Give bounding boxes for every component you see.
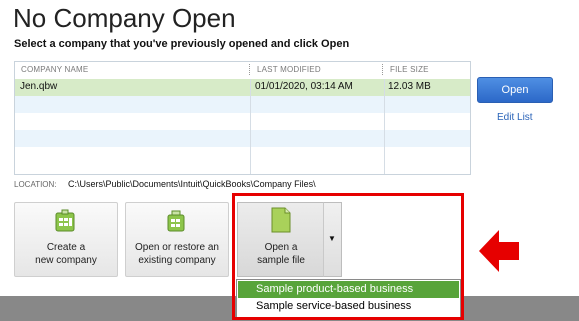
company-list-table: COMPANY NAME LAST MODIFIED FILE SIZE Jen…: [14, 61, 471, 175]
column-divider[interactable]: [249, 64, 251, 75]
arrow-left-icon: [479, 230, 519, 272]
create-new-company-label: Create a new company: [35, 242, 97, 266]
highlight-annotation-box: [232, 193, 464, 320]
open-button[interactable]: Open: [477, 77, 553, 103]
open-restore-company-button[interactable]: Open or restore an existing company: [125, 202, 229, 277]
new-company-icon: [55, 209, 75, 232]
table-row-empty: [15, 113, 470, 130]
cell-last-modified: 01/01/2020, 03:14 AM: [255, 81, 353, 92]
column-divider[interactable]: [382, 64, 384, 75]
table-header: COMPANY NAME LAST MODIFIED FILE SIZE: [15, 62, 470, 79]
location-label: LOCATION:: [14, 180, 57, 189]
column-header-company-name[interactable]: COMPANY NAME: [21, 65, 88, 74]
table-row-empty: [15, 147, 470, 164]
restore-company-icon: [167, 210, 185, 232]
table-row-empty: [15, 130, 470, 147]
page-subtitle: Select a company that you've previously …: [14, 38, 350, 50]
cell-company-name: Jen.qbw: [20, 81, 58, 92]
table-row[interactable]: Jen.qbw 01/01/2020, 03:14 AM 12.03 MB: [15, 79, 470, 96]
column-header-last-modified[interactable]: LAST MODIFIED: [257, 65, 321, 74]
column-header-file-size[interactable]: FILE SIZE: [390, 65, 429, 74]
edit-list-link[interactable]: Edit List: [497, 112, 533, 123]
open-restore-company-label: Open or restore an existing company: [135, 242, 219, 266]
page-title: No Company Open: [13, 3, 236, 33]
table-row-empty: [15, 96, 470, 113]
location-path: C:\Users\Public\Documents\Intuit\QuickBo…: [68, 179, 316, 189]
column-separator: [250, 79, 251, 174]
create-new-company-button[interactable]: Create a new company: [14, 202, 118, 277]
cell-file-size: 12.03 MB: [388, 81, 431, 92]
column-separator: [384, 79, 385, 174]
